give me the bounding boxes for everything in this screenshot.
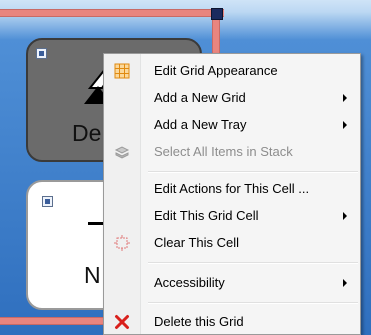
submenu-arrow-icon (343, 121, 347, 129)
selection-border-bottom (0, 317, 120, 325)
menu-separator (148, 302, 358, 304)
menu-item-add-new-grid[interactable]: Add a New Grid (104, 86, 360, 110)
menu-item-label: Clear This Cell (154, 235, 240, 250)
menu-item-label: Edit Actions for This Cell ... (154, 181, 310, 196)
menu-item-label: Accessibility (154, 275, 225, 290)
cell-select-checkbox[interactable] (42, 196, 53, 207)
context-menu: Edit Grid Appearance Add a New Grid Add … (103, 53, 361, 335)
stack-icon (114, 146, 130, 159)
grid-canvas: De N Edit Grid Appearance Add a New Grid… (0, 0, 371, 335)
menu-item-accessibility[interactable]: Accessibility (104, 271, 360, 295)
menu-separator (148, 171, 358, 173)
resize-handle[interactable] (211, 8, 223, 20)
menu-separator (148, 262, 358, 264)
menu-item-label: Add a New Grid (154, 90, 246, 105)
menu-item-clear-cell[interactable]: Clear This Cell (104, 231, 360, 255)
grid-appearance-icon (114, 63, 130, 79)
menu-item-label: Select All Items in Stack (154, 144, 293, 159)
menu-item-select-all-in-stack[interactable]: Select All Items in Stack (104, 140, 360, 164)
menu-item-edit-grid-appearance[interactable]: Edit Grid Appearance (104, 59, 360, 83)
submenu-arrow-icon (343, 279, 347, 287)
menu-item-add-new-tray[interactable]: Add a New Tray (104, 113, 360, 137)
menu-item-edit-grid-cell[interactable]: Edit This Grid Cell (104, 204, 360, 228)
cell-label: De (72, 120, 102, 146)
cell-select-checkbox[interactable] (36, 48, 47, 59)
submenu-arrow-icon (343, 94, 347, 102)
menu-item-delete-grid[interactable]: Delete this Grid (104, 310, 360, 334)
delete-x-icon (115, 315, 129, 329)
submenu-arrow-icon (343, 212, 347, 220)
menu-item-edit-actions[interactable]: Edit Actions for This Cell ... (104, 177, 360, 201)
menu-item-label: Delete this Grid (154, 314, 244, 329)
menu-item-label: Add a New Tray (154, 117, 247, 132)
clear-cell-icon (114, 235, 130, 251)
menu-item-label: Edit This Grid Cell (154, 208, 259, 223)
selection-border-top (0, 9, 224, 17)
cell-label: N (84, 262, 101, 288)
menu-item-label: Edit Grid Appearance (154, 63, 278, 78)
